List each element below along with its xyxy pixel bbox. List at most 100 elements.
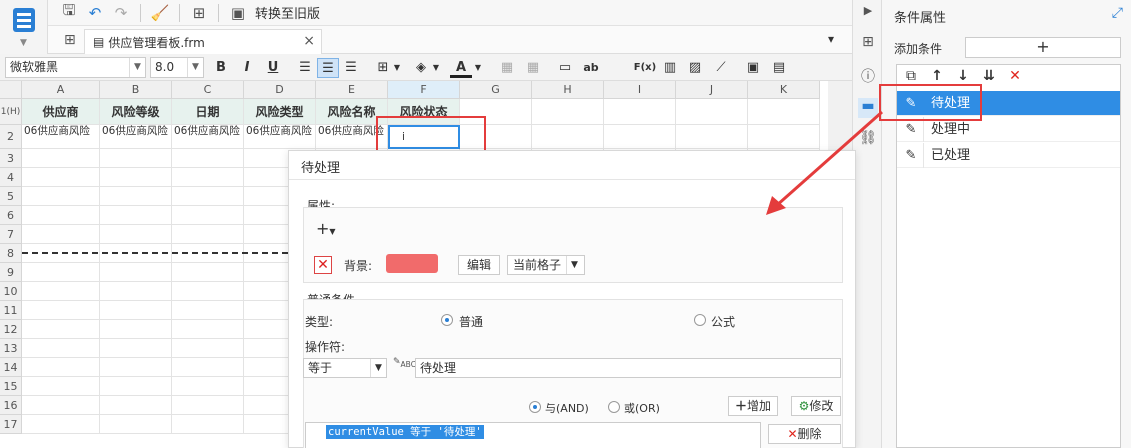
row-header[interactable]: 9 <box>0 263 22 282</box>
expression-list[interactable]: currentValue 等于 '待处理' <box>305 422 761 448</box>
row-header[interactable]: 16 <box>0 396 22 415</box>
edit-button[interactable]: 编辑 <box>458 255 500 275</box>
header-cell[interactable]: 风险等级 <box>100 99 172 125</box>
italic-button[interactable]: I <box>236 58 258 78</box>
row-header[interactable]: 1(H) <box>0 99 22 125</box>
row-header[interactable]: 14 <box>0 358 22 377</box>
grid-cell[interactable] <box>100 225 172 244</box>
add-condition-row-button[interactable]: ＋增加 <box>728 396 778 416</box>
grid-cell[interactable] <box>172 358 244 377</box>
column-header[interactable]: F <box>388 81 460 99</box>
align-right-icon[interactable]: ☰ <box>340 58 362 78</box>
remove-attribute-icon[interactable]: ✕ <box>314 256 332 274</box>
column-header[interactable]: K <box>748 81 820 99</box>
grid-cell[interactable] <box>100 168 172 187</box>
frozen-icon[interactable]: ▤ <box>768 58 790 78</box>
grid-cell[interactable] <box>172 415 244 434</box>
row-header[interactable]: 15 <box>0 377 22 396</box>
grid-cell[interactable] <box>172 396 244 415</box>
row-header[interactable]: 5 <box>0 187 22 206</box>
column-header[interactable]: E <box>316 81 388 99</box>
row-header[interactable]: 11 <box>0 301 22 320</box>
and-radio[interactable] <box>529 401 541 413</box>
condition-item-done[interactable]: ✎ 已处理 <box>897 143 1120 168</box>
hyperlink-icon[interactable]: ⛓ <box>858 130 878 150</box>
save-icon[interactable]: 🖫 <box>58 1 80 24</box>
align-left-icon[interactable]: ☰ <box>294 58 316 78</box>
formula-icon[interactable]: F(x) <box>632 58 658 78</box>
convert-to-legacy-button[interactable]: 转换至旧版 <box>255 3 320 22</box>
delete-button[interactable]: ✕删除 <box>768 424 841 444</box>
grid-cell[interactable] <box>748 125 820 149</box>
grid-cell[interactable] <box>748 99 820 125</box>
condition-attribute-icon[interactable]: ▬ <box>858 98 878 118</box>
value-input[interactable]: 待处理 <box>415 358 841 378</box>
convert-icon[interactable]: ▣ <box>227 2 249 24</box>
or-radio[interactable] <box>608 401 620 413</box>
font-size-select[interactable]: 8.0 ▼ <box>150 57 204 78</box>
collapse-icon[interactable]: ▾ <box>828 32 834 46</box>
background-color-swatch[interactable] <box>386 254 438 273</box>
grid-cell[interactable] <box>172 301 244 320</box>
header-cell[interactable]: 供应商 <box>22 99 100 125</box>
row-header[interactable]: 17 <box>0 415 22 434</box>
grid-cell[interactable] <box>22 301 100 320</box>
column-header[interactable]: A <box>22 81 100 99</box>
type-normal-radio[interactable] <box>441 314 453 326</box>
grid-cell[interactable] <box>532 99 604 125</box>
row-header[interactable]: 13 <box>0 339 22 358</box>
type-formula-radio[interactable] <box>694 314 706 326</box>
merge-cells-icon[interactable]: ▦ <box>496 58 518 78</box>
grid-cell[interactable]: 06供应商风险 <box>244 125 316 149</box>
grid-icon[interactable]: ⊞ <box>64 32 76 48</box>
row-header[interactable]: 10 <box>0 282 22 301</box>
column-header[interactable]: D <box>244 81 316 99</box>
slash-icon[interactable]: ⟋ <box>710 58 732 78</box>
font-family-select[interactable]: 微软雅黑 ▼ <box>5 57 146 78</box>
align-center-icon[interactable]: ☰ <box>317 58 339 78</box>
grid-cell[interactable] <box>22 320 100 339</box>
widget-icon[interactable]: ⓘ <box>858 66 878 86</box>
undo-icon[interactable]: ↶ <box>84 2 106 24</box>
split-cells-icon[interactable]: ▦ <box>522 58 544 78</box>
grid-cell[interactable] <box>100 187 172 206</box>
pin-icon[interactable]: ⤢ <box>1112 5 1123 21</box>
grid-cell[interactable] <box>100 263 172 282</box>
grid-cell[interactable] <box>22 263 100 282</box>
header-cell[interactable]: 日期 <box>172 99 244 125</box>
column-header[interactable]: I <box>604 81 676 99</box>
value-type-icon[interactable]: ✎ABC <box>393 357 416 369</box>
grid-cell[interactable] <box>172 225 244 244</box>
row-header[interactable]: 3 <box>0 149 22 168</box>
fill-color-icon[interactable]: ◈ <box>410 58 432 78</box>
grid-cell[interactable]: 06供应商风险 <box>172 125 244 149</box>
operator-select[interactable]: 等于 ▼ <box>303 358 387 378</box>
chevron-down-icon[interactable]: ▼ <box>430 58 442 78</box>
tab-supply-dashboard[interactable]: ▤ 供应管理看板.frm × <box>84 29 322 54</box>
grid-cell[interactable] <box>100 339 172 358</box>
grid-cell[interactable] <box>22 149 100 168</box>
grid-cell[interactable] <box>100 206 172 225</box>
column-header[interactable]: J <box>676 81 748 99</box>
grid-cell[interactable] <box>100 415 172 434</box>
column-header[interactable]: C <box>172 81 244 99</box>
grid-cell[interactable] <box>172 377 244 396</box>
chevron-down-icon[interactable]: ▼ <box>391 58 403 78</box>
grid-cell[interactable] <box>22 206 100 225</box>
grid-cell[interactable] <box>604 99 676 125</box>
delete-icon[interactable]: ✕ <box>1005 68 1025 88</box>
column-header[interactable]: H <box>532 81 604 99</box>
grid-cell[interactable] <box>172 206 244 225</box>
format-painter-icon[interactable]: 🧹 <box>149 2 171 24</box>
grid-cell[interactable] <box>22 415 100 434</box>
grid-cell[interactable] <box>100 358 172 377</box>
grid-cell[interactable] <box>676 99 748 125</box>
grid-cell[interactable] <box>100 377 172 396</box>
row-header[interactable]: 12 <box>0 320 22 339</box>
grid-cell[interactable] <box>172 149 244 168</box>
column-header[interactable]: B <box>100 81 172 99</box>
close-icon[interactable]: × <box>303 33 315 49</box>
row-header[interactable]: 4 <box>0 168 22 187</box>
grid-cell[interactable] <box>676 125 748 149</box>
grid-cell[interactable] <box>172 168 244 187</box>
